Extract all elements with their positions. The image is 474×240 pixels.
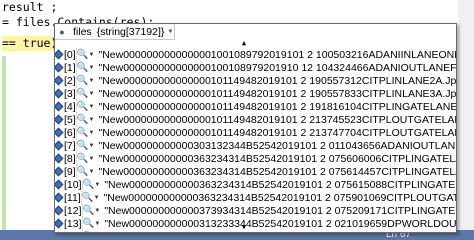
scroll-up-icon[interactable]: ▲ — [239, 39, 249, 47]
item-value: "New000000000000303132344B52542019101 2 … — [98, 139, 456, 152]
magnifier-icon[interactable]: 🔍 — [77, 140, 89, 151]
array-item-icon — [55, 204, 64, 217]
item-index: [8] — [64, 152, 76, 165]
magnifier-icon[interactable]: 🔍 — [83, 231, 95, 232]
datatip-row[interactable]: [4] 🔍 ▼ "New000000000000000101149482019101 … — [55, 100, 457, 113]
magnifier-icon[interactable]: 🔍 — [77, 153, 89, 164]
datatip-row[interactable]: [8] 🔍 ▼ "New000000000000363234314B525420191… — [55, 152, 456, 165]
item-value: "New000000000000373934314B52542019101 2 … — [104, 204, 456, 217]
datatip-row[interactable]: [12] 🔍 ▼ "New000000000000373934314B52542019… — [55, 204, 456, 217]
array-item-icon — [55, 74, 64, 87]
datatip-row[interactable]: [13] 🔍 ▼ "New000000000000313233344B52542019… — [55, 217, 457, 230]
datatip-row[interactable]: [7] 🔍 ▼ "New000000000000303132344B525420191… — [55, 139, 456, 152]
magnifier-icon[interactable]: 🔍 — [83, 205, 95, 216]
debugger-datatip[interactable]: ● files {string[37192]} ▼ ▲ [0] 🔍 ▼ "New000… — [54, 23, 457, 233]
code-line-1[interactable]: result ; — [2, 0, 57, 15]
datatip-row[interactable]: [14]🔍▼"New000000000000313233344B52542019… — [55, 230, 456, 233]
item-index: [5] — [64, 113, 76, 126]
editor-gutter — [0, 52, 46, 232]
magnifier-icon[interactable]: 🔍 — [77, 49, 89, 60]
magnifier-icon[interactable]: 🔍 — [77, 166, 89, 177]
code-line-3-highlighted[interactable]: == true) — [2, 36, 62, 51]
datatip-row[interactable]: [1] 🔍 ▼ "New000000000000000100108979201910 … — [55, 61, 457, 74]
magnifier-icon[interactable]: 🔍 — [83, 218, 95, 229]
array-item-icon — [55, 191, 64, 204]
item-value: "New000000000000000101149482019101 2 191… — [98, 100, 457, 113]
datatip-row[interactable]: [2] 🔍 ▼ "New000000000000000101149482019101 … — [55, 74, 457, 87]
array-item-icon — [55, 152, 64, 165]
chevron-down-icon[interactable]: ▼ — [167, 29, 173, 35]
magnifier-icon[interactable]: 🔍 — [77, 127, 89, 138]
item-index: [2] — [64, 74, 76, 87]
item-index: [12] — [64, 204, 82, 217]
magnifier-icon[interactable]: 🔍 — [77, 114, 89, 125]
magnifier-icon[interactable]: 🔍 — [83, 179, 95, 190]
datatip-row[interactable]: [3] 🔍 ▼ "New000000000000000101149482019101 … — [55, 87, 457, 100]
change-tracking-marker — [2, 56, 6, 232]
datatip-variable-name: files — [73, 25, 92, 38]
array-item-icon — [55, 230, 64, 232]
item-value: "New000000000000313233344B52542019101 2 … — [104, 217, 457, 230]
datatip-row[interactable]: [9] 🔍 ▼ "New000000000000363234314B525420191… — [55, 165, 456, 178]
item-value: "New000000000000000101149482019101 2 213… — [98, 126, 456, 139]
item-index: [4] — [64, 100, 76, 113]
item-value: "New000000000000363234314B52542019101 2 … — [104, 178, 456, 191]
item-index: [7] — [64, 139, 76, 152]
datatip-row[interactable]: [0] 🔍 ▼ "New0000000000000001001089792019101… — [55, 48, 457, 61]
datatip-variable-value: {string[37192]} — [96, 25, 165, 38]
magnifier-icon[interactable]: 🔍 — [82, 192, 94, 203]
item-value: "New000000000000363234314B52542019101 2 … — [98, 165, 456, 178]
array-item-icon — [55, 48, 64, 61]
item-value: "New000000000000313233344B52542019101 2 … — [100, 231, 456, 233]
array-item-icon — [55, 165, 64, 178]
item-value: "New000000000000363234314B52542019101 2 … — [98, 152, 456, 165]
item-index: [1] — [64, 61, 76, 74]
array-item-icon — [55, 178, 64, 191]
array-item-icon — [55, 126, 64, 139]
array-item-icon — [55, 87, 64, 100]
datatip-row[interactable]: [5] 🔍 ▼ "New000000000000000101149482019101 … — [55, 113, 456, 126]
item-index: [13] — [64, 217, 82, 230]
pin-icon[interactable]: ● — [57, 27, 67, 37]
magnifier-icon[interactable]: 🔍 — [77, 75, 89, 86]
item-value: "New000000000000000101149482019101 2 213… — [98, 113, 456, 126]
array-item-icon — [55, 100, 64, 113]
item-index: [0] — [64, 48, 76, 61]
item-value: "New000000000000000101149482019101 2 190… — [98, 87, 457, 100]
magnifier-icon[interactable]: 🔍 — [77, 62, 89, 73]
magnifier-icon[interactable]: 🔍 — [77, 101, 89, 112]
item-index: [14] — [62, 231, 82, 233]
datatip-header[interactable]: ● files {string[37192]} ▼ — [55, 24, 175, 40]
item-index: [3] — [64, 87, 76, 100]
item-value: "New000000000000000100108979201910 12 10… — [98, 61, 457, 74]
editor-vertical-scrollbar[interactable] — [458, 0, 474, 232]
item-index: [10] — [64, 178, 82, 191]
scroll-down-icon[interactable]: ▼ — [239, 223, 249, 231]
item-index: [9] — [64, 165, 76, 178]
array-item-icon — [55, 217, 64, 230]
item-index: [6] — [64, 126, 76, 139]
array-item-icon — [55, 139, 64, 152]
datatip-row[interactable]: [6] 🔍 ▼ "New000000000000000101149482019101 … — [55, 126, 456, 139]
magnifier-icon[interactable]: 🔍 — [77, 88, 89, 99]
datatip-row[interactable]: [10] 🔍 ▼ "New000000000000363234314B52542019… — [55, 178, 456, 191]
item-value: "New0000000000000001001089792019101 2 10… — [98, 48, 457, 61]
datatip-row[interactable]: [11] 🔍 ▼ "New000000000000363234314B52542019… — [55, 191, 456, 204]
item-value: "New000000000000363234314B52542019101 2 … — [103, 191, 456, 204]
item-index: [11] — [64, 191, 81, 204]
array-item-icon — [55, 61, 64, 74]
array-item-icon — [55, 113, 64, 126]
item-value: "New000000000000000101149482019101 2 190… — [98, 74, 457, 87]
